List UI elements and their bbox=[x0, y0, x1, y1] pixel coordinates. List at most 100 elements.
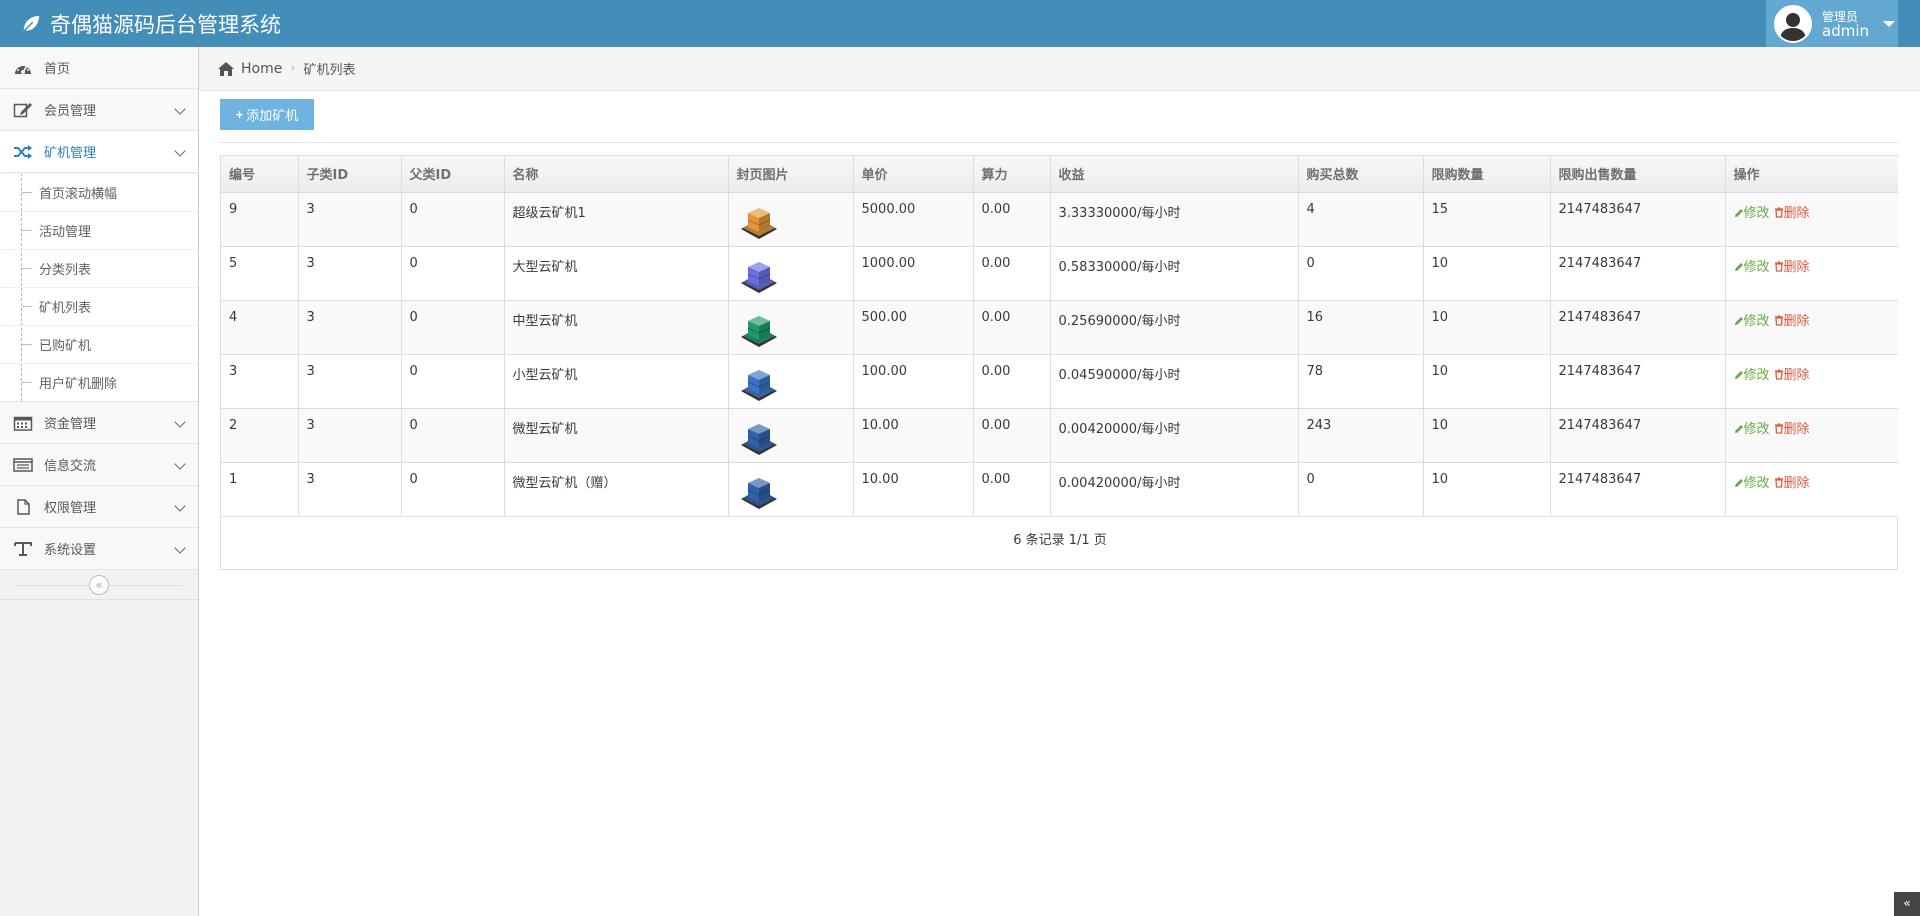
edit-button[interactable]: 修改 bbox=[1734, 314, 1770, 329]
file-icon bbox=[12, 498, 34, 516]
edit-button[interactable]: 修改 bbox=[1734, 260, 1770, 275]
column-header: 操作 bbox=[1725, 156, 1898, 193]
tree-branch bbox=[22, 230, 32, 231]
edit-label: 修改 bbox=[1743, 421, 1770, 437]
column-header[interactable]: 名称 bbox=[504, 156, 729, 193]
cell-actions: 修改 删除 bbox=[1725, 246, 1898, 301]
cell-actions: 修改 删除 bbox=[1725, 408, 1898, 463]
trash-icon bbox=[1774, 368, 1783, 380]
sidebar-subitem-activities[interactable]: 活动管理 bbox=[0, 211, 198, 249]
delete-label: 删除 bbox=[1783, 259, 1810, 275]
avatar bbox=[1774, 4, 1812, 43]
column-header[interactable]: 单价 bbox=[853, 156, 974, 193]
cell-price: 1000.00 bbox=[853, 246, 974, 301]
chevron-down-icon bbox=[174, 416, 186, 428]
column-header[interactable]: 算力 bbox=[973, 156, 1051, 193]
cell-limit: 10 bbox=[1423, 246, 1551, 301]
cell-cover bbox=[728, 354, 854, 409]
delete-button[interactable]: 删除 bbox=[1774, 260, 1810, 275]
sidebar-item-permissions[interactable]: 权限管理 bbox=[0, 486, 198, 528]
column-header[interactable]: 封页图片 bbox=[728, 156, 854, 193]
table-row: 3 3 0 小型云矿机 100.00 0.00 0.04590000/每小时 78 10 2147… bbox=[221, 354, 1898, 409]
column-header[interactable]: 编号 bbox=[221, 156, 299, 193]
sidebar-subitem-label: 活动管理 bbox=[39, 225, 92, 240]
cell-sub-id: 3 bbox=[298, 462, 402, 517]
delete-button[interactable]: 删除 bbox=[1774, 476, 1810, 491]
column-header[interactable]: 子类ID bbox=[298, 156, 402, 193]
trash-icon bbox=[1774, 314, 1783, 326]
pencil-icon bbox=[1734, 370, 1743, 379]
sidebar-subitem-label: 首页滚动横幅 bbox=[39, 187, 118, 202]
cell-cover bbox=[728, 246, 854, 301]
cell-name: 微型云矿机（赠） bbox=[504, 462, 729, 517]
cell-power: 0.00 bbox=[973, 408, 1051, 463]
column-header[interactable]: 父类ID bbox=[401, 156, 505, 193]
delete-button[interactable]: 删除 bbox=[1774, 314, 1810, 329]
pencil-icon bbox=[1734, 262, 1743, 271]
sidebar-subitem-banner[interactable]: 首页滚动横幅 bbox=[0, 173, 198, 211]
calendar-icon bbox=[12, 414, 34, 432]
table-header-row: 编号 子类ID 父类ID 名称 封页图片 单价 算力 收益 购买总数 限购数量 … bbox=[221, 156, 1898, 193]
cell-income: 0.00420000/每小时 bbox=[1050, 462, 1299, 517]
sidebar-subitem-label: 分类列表 bbox=[39, 263, 92, 278]
table-row: 2 3 0 微型云矿机 10.00 0.00 0.00420000/每小时 243 10 2147… bbox=[221, 408, 1898, 463]
trash-icon bbox=[1774, 206, 1783, 218]
cell-sub-id: 3 bbox=[298, 246, 402, 301]
cell-limit: 10 bbox=[1423, 300, 1551, 355]
cell-actions: 修改 删除 bbox=[1725, 192, 1898, 247]
trash-icon bbox=[1774, 260, 1783, 272]
column-header[interactable]: 限购数量 bbox=[1423, 156, 1551, 193]
column-header[interactable]: 购买总数 bbox=[1298, 156, 1424, 193]
cell-sub-id: 3 bbox=[298, 354, 402, 409]
brand[interactable]: 奇偶猫源码后台管理系统 bbox=[20, 0, 281, 47]
pencil-icon bbox=[1734, 316, 1743, 325]
sidebar-subitem-miner-list[interactable]: 矿机列表 bbox=[0, 287, 198, 325]
sidebar-item-label: 信息交流 bbox=[44, 459, 97, 474]
breadcrumb-home[interactable]: Home bbox=[241, 61, 282, 77]
column-header[interactable]: 收益 bbox=[1050, 156, 1299, 193]
cell-sub-id: 3 bbox=[298, 408, 402, 463]
double-chevron-left-icon[interactable]: « bbox=[89, 575, 109, 595]
pencil-icon bbox=[1734, 424, 1743, 433]
sidebar-subitem-purchased[interactable]: 已购矿机 bbox=[0, 325, 198, 363]
cell-total: 16 bbox=[1298, 300, 1424, 355]
sidebar-item-home[interactable]: 首页 bbox=[0, 47, 198, 89]
cell-limit: 15 bbox=[1423, 192, 1551, 247]
pencil-icon bbox=[1734, 208, 1743, 217]
sidebar-subitem-categories[interactable]: 分类列表 bbox=[0, 249, 198, 287]
sidebar-subitem-user-miner-delete[interactable]: 用户矿机删除 bbox=[0, 363, 198, 401]
cell-limit: 10 bbox=[1423, 408, 1551, 463]
edit-label: 修改 bbox=[1743, 313, 1770, 329]
sidebar-item-label: 首页 bbox=[44, 62, 71, 77]
sidebar-item-funds[interactable]: 资金管理 bbox=[0, 402, 198, 444]
column-header[interactable]: 限购出售数量 bbox=[1550, 156, 1726, 193]
edit-button[interactable]: 修改 bbox=[1734, 476, 1770, 491]
miner-table: 编号 子类ID 父类ID 名称 封页图片 单价 算力 收益 购买总数 限购数量 … bbox=[221, 156, 1898, 517]
add-miner-button[interactable]: + 添加矿机 bbox=[220, 99, 314, 130]
delete-label: 删除 bbox=[1783, 421, 1810, 437]
cell-name: 超级云矿机1 bbox=[504, 192, 729, 247]
sidebar-item-settings[interactable]: 系统设置 bbox=[0, 528, 198, 570]
delete-button[interactable]: 删除 bbox=[1774, 422, 1810, 437]
edit-button[interactable]: 修改 bbox=[1734, 368, 1770, 383]
scroll-to-top-button[interactable]: « bbox=[1894, 892, 1920, 916]
sidebar-item-label: 矿机管理 bbox=[44, 146, 97, 161]
delete-button[interactable]: 删除 bbox=[1774, 368, 1810, 383]
sidebar-item-messages[interactable]: 信息交流 bbox=[0, 444, 198, 486]
edit-button[interactable]: 修改 bbox=[1734, 206, 1770, 221]
cell-limit-sell: 2147483647 bbox=[1550, 246, 1726, 301]
table-row: 9 3 0 超级云矿机1 5000.00 0.00 3.33330000/每小时 4 15 214… bbox=[221, 192, 1898, 247]
chevron-down-icon bbox=[174, 500, 186, 512]
edit-button[interactable]: 修改 bbox=[1734, 422, 1770, 437]
sidebar-subitem-label: 矿机列表 bbox=[39, 301, 92, 316]
sidebar-item-miners[interactable]: 矿机管理 bbox=[0, 131, 198, 173]
user-menu[interactable]: 管理员 admin bbox=[1766, 0, 1898, 47]
top-navbar: 奇偶猫源码后台管理系统 管理员 admin bbox=[0, 0, 1920, 47]
sidebar-item-members[interactable]: 会员管理 bbox=[0, 89, 198, 131]
miners-submenu: 首页滚动横幅 活动管理 分类列表 矿机列表 已购矿机 用户矿机删除 bbox=[0, 173, 198, 402]
delete-button[interactable]: 删除 bbox=[1774, 206, 1810, 221]
edit-label: 修改 bbox=[1743, 367, 1770, 383]
caret-down-icon bbox=[1883, 20, 1895, 27]
delete-label: 删除 bbox=[1783, 475, 1810, 491]
sidebar-item-label: 系统设置 bbox=[44, 543, 97, 558]
